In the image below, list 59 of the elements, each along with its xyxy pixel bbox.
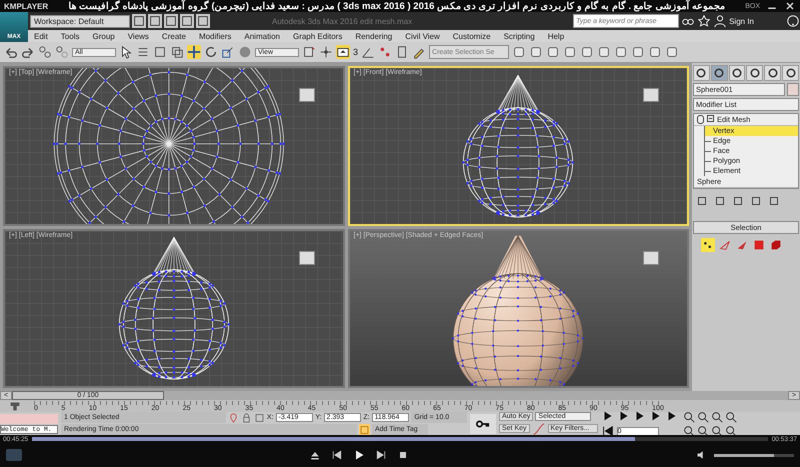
keyboard-icon[interactable] bbox=[336, 45, 350, 59]
color-swatch[interactable] bbox=[787, 83, 799, 96]
menu-item[interactable]: Modifiers bbox=[198, 32, 232, 40]
star-icon[interactable] bbox=[697, 14, 712, 28]
lock-icon[interactable] bbox=[240, 412, 252, 423]
collapse-icon[interactable] bbox=[707, 115, 714, 124]
snap-toggle[interactable]: 3 bbox=[353, 47, 358, 57]
unlink-icon[interactable] bbox=[55, 45, 69, 59]
play-icon[interactable] bbox=[353, 449, 365, 461]
list-icon[interactable] bbox=[136, 45, 150, 59]
view-cube-icon[interactable] bbox=[643, 250, 659, 264]
user-icon[interactable] bbox=[713, 14, 728, 28]
percent-snap-icon[interactable] bbox=[378, 45, 392, 59]
menu-item[interactable]: Edit bbox=[34, 32, 48, 40]
sign-in-link[interactable]: Sign In bbox=[729, 16, 754, 26]
script-listener-field[interactable] bbox=[0, 414, 58, 424]
element-icon[interactable] bbox=[769, 238, 783, 252]
isolate-icon[interactable] bbox=[228, 412, 239, 423]
stop-icon[interactable] bbox=[397, 449, 409, 461]
workspace-dropdown[interactable]: Workspace: Default bbox=[30, 14, 130, 28]
menu-item[interactable]: Tools bbox=[60, 32, 80, 40]
view-cube-icon[interactable] bbox=[298, 250, 314, 264]
link-icon[interactable] bbox=[38, 45, 52, 59]
crossing-icon[interactable] bbox=[170, 45, 184, 59]
zoom-icon[interactable] bbox=[682, 410, 696, 424]
menu-item[interactable]: Graph Editors bbox=[292, 32, 342, 40]
seek-bar[interactable] bbox=[32, 437, 768, 441]
vertex-icon[interactable] bbox=[701, 238, 715, 252]
menu-item[interactable]: Civil View bbox=[405, 32, 440, 40]
menu-item[interactable]: Customize bbox=[452, 32, 491, 40]
scale-icon[interactable] bbox=[221, 45, 235, 59]
menu-item[interactable]: Create bbox=[162, 32, 186, 40]
polygon-icon[interactable] bbox=[752, 238, 766, 252]
key-mode-icon[interactable] bbox=[600, 424, 615, 438]
menu-item[interactable]: Group bbox=[92, 32, 115, 40]
menu-item[interactable]: Help bbox=[548, 32, 564, 40]
view-cube-icon[interactable] bbox=[298, 88, 314, 102]
lightbulb-icon[interactable] bbox=[697, 115, 704, 124]
video-title: مجموعه آموزشی جامع . گام به گام و کاربردی نرم افزار تری دی مکس 2016 ( 3ds max 2016 ) مدرس : سعید فدایی (تیچرمن) گروه آموزشی پادشاه گرافیست ها bbox=[67, 0, 726, 12]
square-icon[interactable] bbox=[153, 45, 167, 59]
menu-item[interactable]: Animation bbox=[244, 32, 280, 40]
axis-icon[interactable] bbox=[319, 45, 333, 59]
menu-item[interactable]: Scripting bbox=[504, 32, 535, 40]
app-title: Autodesk 3ds Max 2016 edit mesh.max bbox=[272, 16, 412, 26]
previous-icon[interactable] bbox=[331, 449, 343, 461]
move-icon[interactable] bbox=[187, 45, 201, 59]
pivot-icon[interactable] bbox=[302, 45, 316, 59]
tangent-icon[interactable] bbox=[532, 422, 546, 436]
volume-slider[interactable] bbox=[714, 454, 794, 456]
next-icon[interactable] bbox=[375, 449, 387, 461]
player-logo: KMPLAYER bbox=[4, 2, 48, 10]
close-icon[interactable] bbox=[784, 0, 796, 12]
help-icon[interactable] bbox=[786, 14, 800, 28]
cursor-icon[interactable] bbox=[119, 45, 133, 59]
rotate-icon[interactable] bbox=[204, 45, 218, 59]
menu-item[interactable]: Views bbox=[128, 32, 149, 40]
key-icon[interactable] bbox=[470, 414, 496, 434]
menu-item[interactable]: Rendering bbox=[355, 32, 392, 40]
absolute-mode-icon[interactable] bbox=[254, 412, 265, 423]
